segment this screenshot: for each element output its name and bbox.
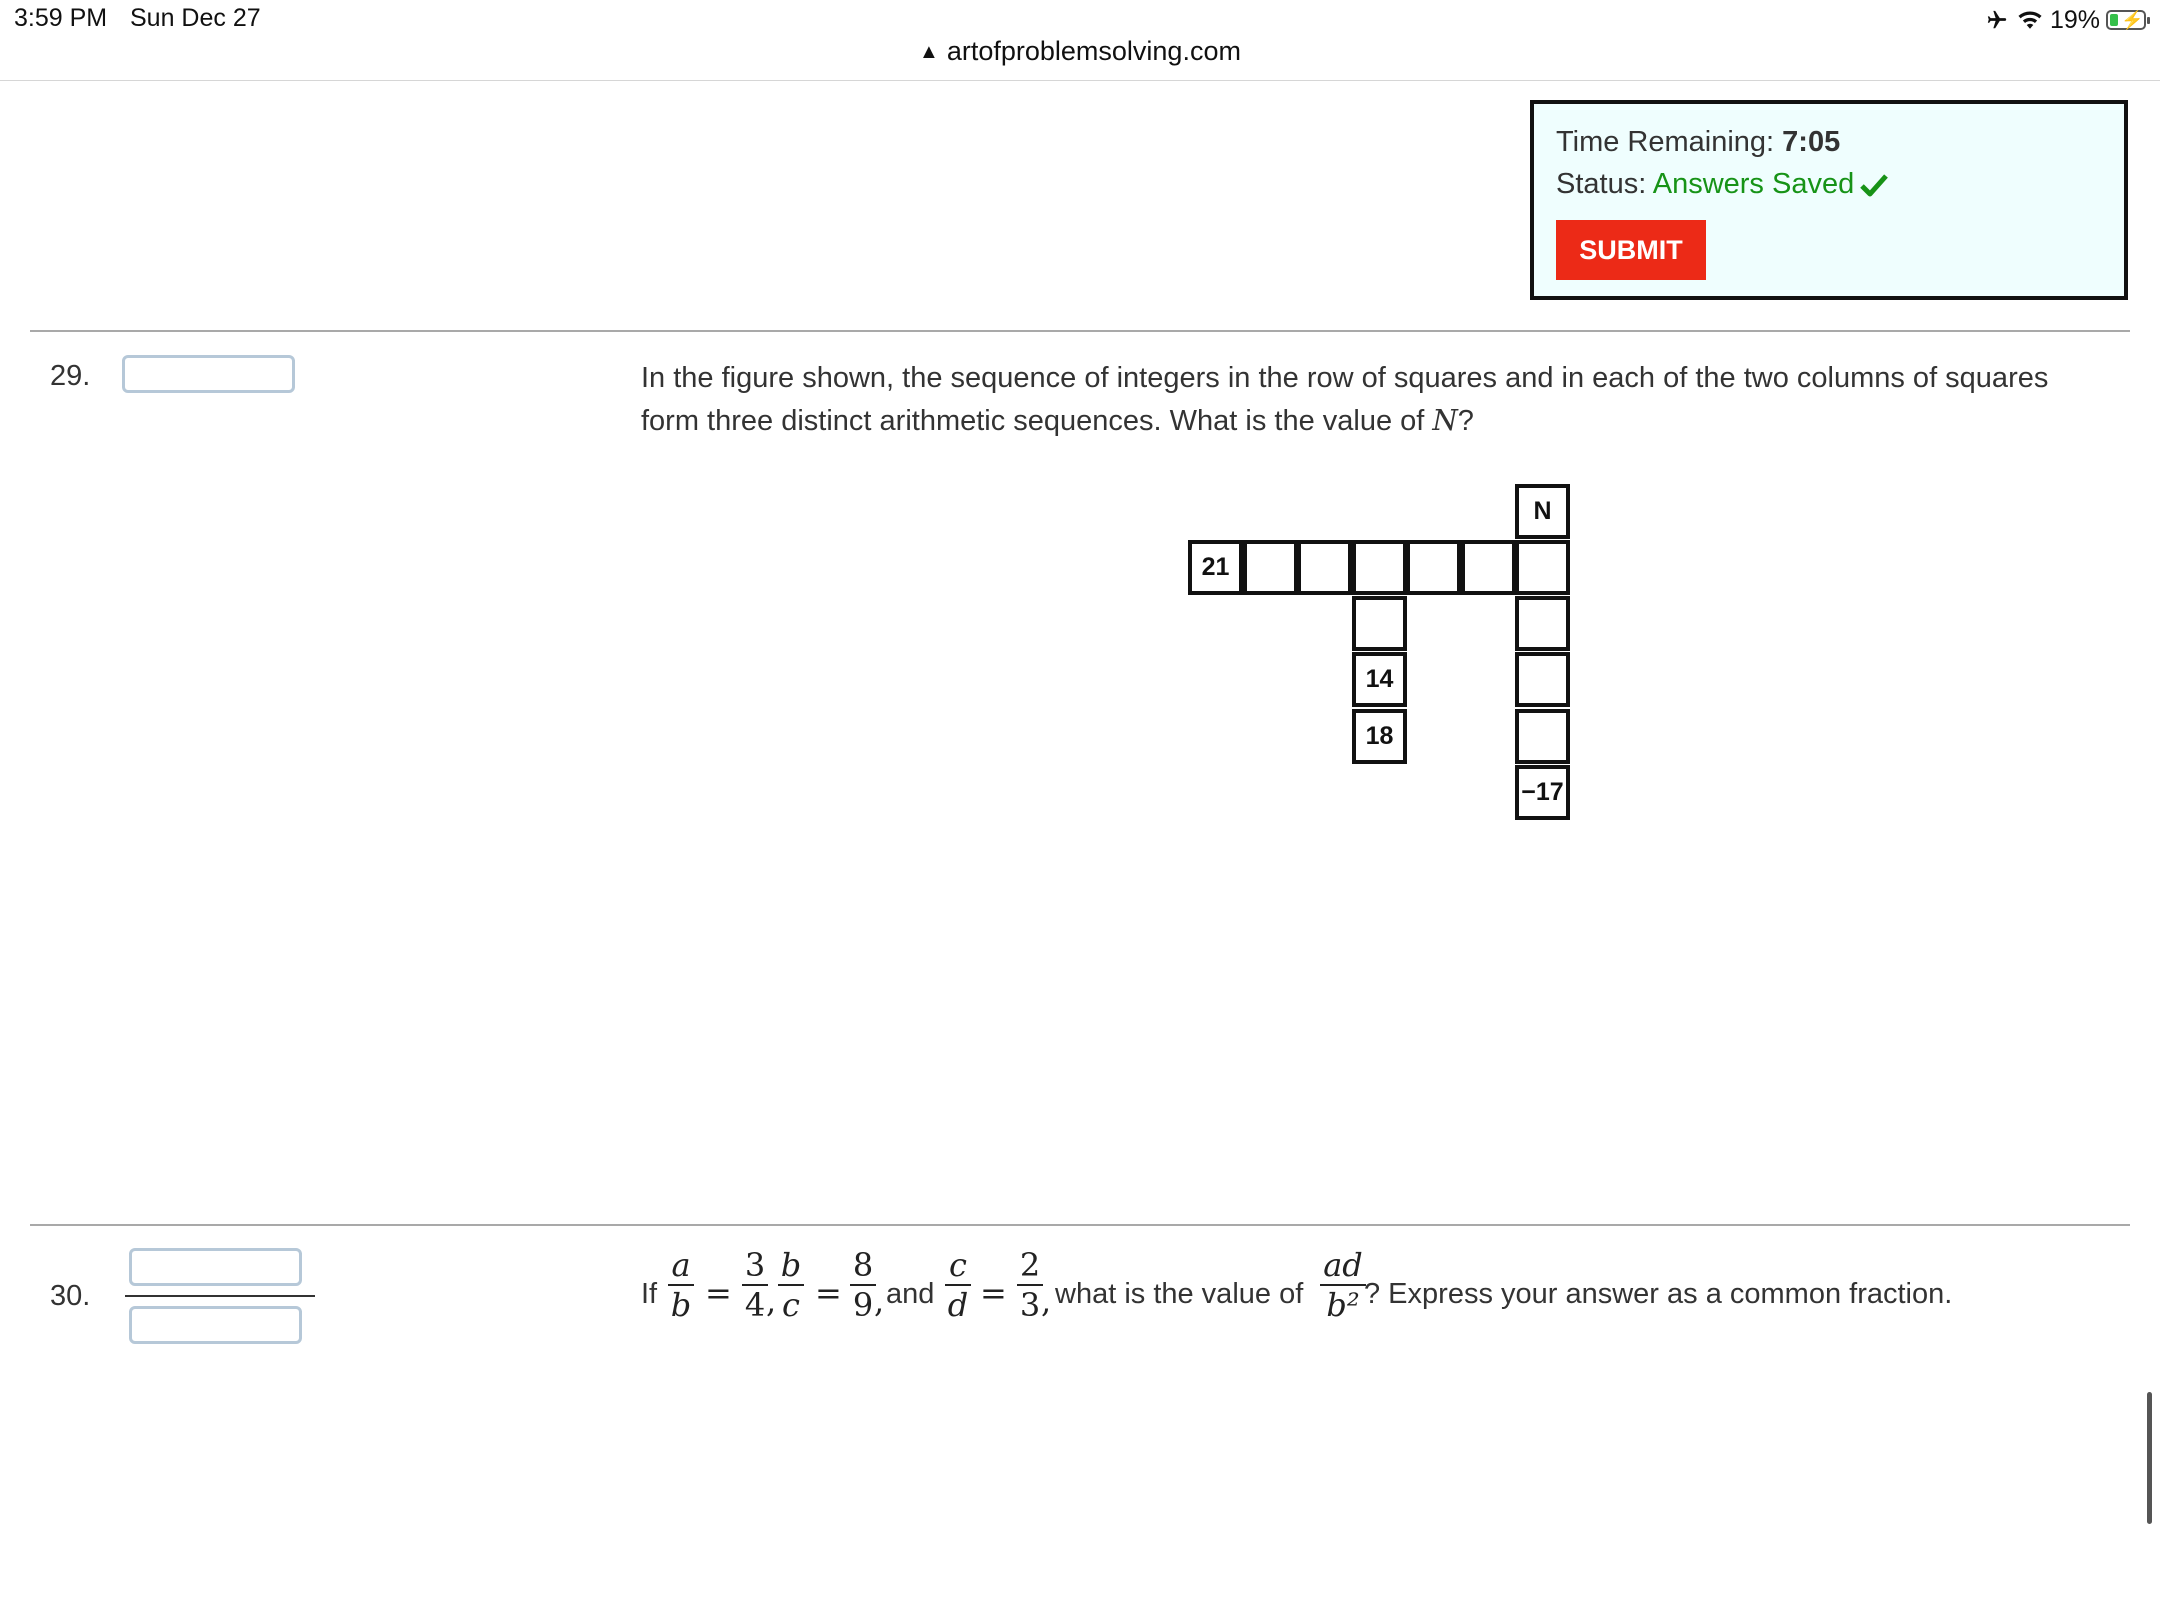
fraction-numerator: 8 [852,1246,874,1284]
submit-button[interactable]: SUBMIT [1556,220,1706,280]
q29-variable-n: N [1432,403,1458,437]
clock-time: 3:59 PM [14,4,108,32]
grid-cell [1297,540,1352,595]
status-bar: 3:59 PM Sun Dec 27 19% ⚡ [0,0,2160,40]
fraction-c-over-d: cd [945,1248,971,1322]
grid-cell [1406,540,1461,595]
grid-cell-col1-b: 18 [1352,709,1407,764]
grid-cell-n: N [1515,484,1570,539]
comma: , [874,1282,885,1320]
divider-bottom [30,1224,2130,1226]
status-value: Answers Saved [1652,168,1855,200]
time-value: 7:05 [1782,126,1841,158]
grid-cell-col2-end: −17 [1515,765,1570,820]
checkmark-icon [1860,174,1889,197]
q30-denominator-input[interactable] [129,1306,302,1344]
fraction-numerator: 3 [744,1246,766,1284]
fraction-denominator: 9 [852,1286,874,1324]
q29-text-line2-a: form three distinct arithmetic sequences… [641,405,1433,437]
q29-answer-input[interactable] [122,355,295,393]
warning-triangle-icon: ▲ [919,41,939,63]
question-number: 30. [50,1280,91,1312]
fraction-8-over-9: 89 [850,1248,876,1322]
page-scrollbar[interactable] [2147,1392,2152,1524]
q30-numerator-input[interactable] [129,1248,302,1286]
airplane-icon [1987,10,2007,29]
grid-cell [1352,596,1407,651]
fraction-denominator: 4 [744,1286,766,1324]
q30-what: what is the value of [1055,1278,1304,1310]
fraction-numerator: 2 [1019,1246,1041,1284]
fraction-denominator: b [670,1286,692,1324]
grid-cell [1243,540,1298,595]
q29-text-line2-b: ? [1457,405,1474,437]
fraction-b-over-c: bc [778,1248,804,1322]
fraction-denominator: d [947,1286,969,1324]
divider-top [30,330,2130,332]
q29-text-line2: form three distinct arithmetic sequences… [641,399,2048,442]
comma: , [766,1282,777,1320]
answer-fraction-bar [125,1295,315,1297]
fraction-a-over-b: ab [668,1248,694,1322]
fraction-numerator: c [949,1246,967,1284]
q30-and: and [886,1278,935,1310]
comma: , [1041,1282,1052,1320]
status-icons: 19% ⚡ [1984,4,2150,36]
grid-cell [1352,540,1407,595]
grid-cell-row-start: 21 [1188,540,1243,595]
fraction-denominator: 3 [1019,1286,1041,1324]
fraction-ad-over-b-squared: ad b² [1320,1248,1366,1322]
address-bar[interactable]: ▲ artofproblemsolving.com [0,36,2160,67]
wifi-icon [2018,11,2042,29]
url-text: artofproblemsolving.com [946,36,1241,66]
fraction-numerator: b [780,1246,802,1284]
grid-cell [1515,540,1570,595]
fraction-3-over-4: 34 [742,1248,768,1322]
grid-cell [1515,709,1570,764]
fraction-numerator: a [671,1246,691,1284]
fraction-denominator: b² [1326,1286,1360,1324]
equals-sign: = [705,1274,732,1312]
grid-cell-col1-a: 14 [1352,652,1407,707]
fraction-numerator: ad [1323,1246,1363,1284]
clock-date: Sun Dec 27 [130,4,261,32]
timer-panel: Time Remaining: 7:05 Status: Answers Sav… [1530,100,2128,300]
status-label: Status: [1556,168,1653,200]
battery-percent: 19% [2049,5,2100,34]
time-label: Time Remaining: [1556,126,1783,158]
grid-cell [1515,652,1570,707]
equals-sign: = [815,1274,842,1312]
grid-cell [1461,540,1516,595]
time-remaining: Time Remaining: 7:05 [1556,126,1840,159]
q30-if: If [641,1278,658,1310]
fraction-2-over-3: 23 [1017,1248,1043,1322]
q29-text-line1: In the figure shown, the sequence of int… [641,362,2049,394]
q29-text: In the figure shown, the sequence of int… [641,357,2048,442]
save-status: Status: Answers Saved [1556,168,1889,201]
battery-charging-icon: ⚡ [2106,10,2150,30]
grid-cell [1515,596,1570,651]
q30-express: ? Express your answer as a common fracti… [1364,1278,1953,1310]
question-number: 29. [50,360,91,392]
browser-divider [0,80,2160,81]
equals-sign: = [980,1274,1007,1312]
fraction-denominator: c [782,1286,800,1324]
